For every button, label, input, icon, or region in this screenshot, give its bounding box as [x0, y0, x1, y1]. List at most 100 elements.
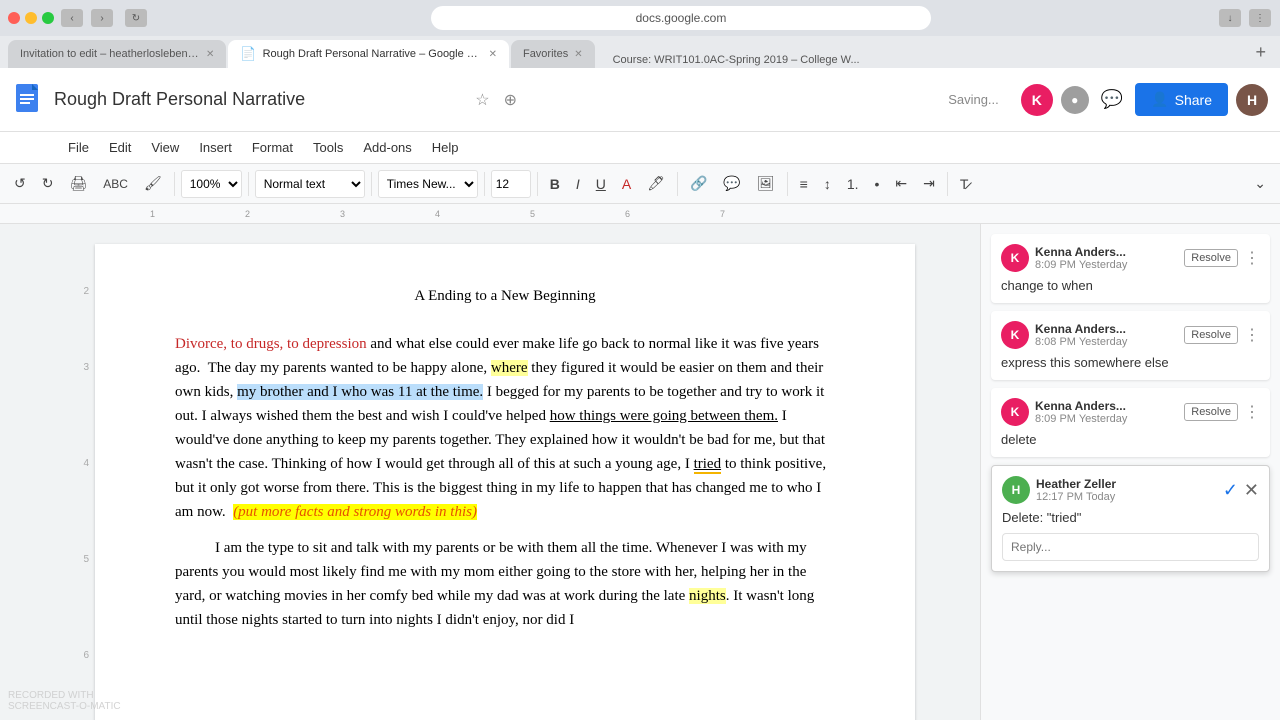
document-area[interactable]: 2 3 4 5 6 A Ending to a New Beginning Di…	[0, 224, 980, 720]
style-select[interactable]: Normal text Heading 1 Heading 2	[255, 170, 365, 198]
comment-time-1: 8:09 PM Yesterday	[1035, 259, 1127, 271]
document-title[interactable]: Rough Draft Personal Narrative	[54, 89, 465, 110]
clear-format-button[interactable]: T̷	[954, 172, 975, 196]
tab-invitation[interactable]: Invitation to edit – heatherlosleben@gma…	[8, 40, 226, 68]
reply-box-4[interactable]	[1002, 533, 1259, 561]
comment-menu-1[interactable]: ⋮	[1244, 248, 1260, 268]
underline-button[interactable]: U	[590, 172, 612, 196]
font-size-input[interactable]	[491, 170, 531, 198]
docs-logo	[12, 84, 44, 116]
commenter-avatar-3: K	[1001, 398, 1029, 426]
commenter-avatar-4: H	[1002, 476, 1030, 504]
divider-7	[787, 172, 788, 196]
menu-help[interactable]: Help	[424, 136, 467, 159]
reject-button-4[interactable]: ✕	[1244, 480, 1259, 501]
undo-button[interactable]: ↺	[8, 171, 32, 196]
comment-button[interactable]: 💬	[717, 171, 746, 196]
comment-actions-4: ✓ ✕	[1223, 480, 1259, 501]
comments-icon[interactable]: 💬	[1097, 85, 1127, 114]
tab-close-icon[interactable]: ✕	[489, 49, 497, 60]
resolve-button-1[interactable]: Resolve	[1184, 249, 1238, 267]
menu-edit[interactable]: Edit	[101, 136, 139, 159]
comment-header-3: K Kenna Anders... 8:09 PM Yesterday Reso…	[1001, 398, 1260, 426]
comment-header-4: H Heather Zeller 12:17 PM Today ✓ ✕	[1002, 476, 1259, 504]
maximize-window-dot[interactable]	[42, 12, 54, 24]
paragraph-1[interactable]: Divorce, to drugs, to depression and wha…	[175, 332, 835, 524]
share-button[interactable]: 👤 Share	[1135, 83, 1228, 116]
back-button[interactable]: ‹	[61, 9, 83, 27]
comment-menu-2[interactable]: ⋮	[1244, 325, 1260, 345]
extensions-button[interactable]: ⋮	[1249, 9, 1271, 27]
comment-text-3: delete	[1001, 432, 1260, 447]
saving-status: Saving...	[948, 92, 999, 107]
commented-tried: tried	[694, 456, 722, 474]
tab-doc[interactable]: 📄 Rough Draft Personal Narrative – Googl…	[228, 40, 509, 68]
close-window-dot[interactable]	[8, 12, 20, 24]
commenter-avatar-2: K	[1001, 321, 1029, 349]
window-controls	[8, 12, 54, 24]
comments-panel: K Kenna Anders... 8:09 PM Yesterday Reso…	[980, 224, 1280, 720]
italic-button[interactable]: I	[570, 172, 586, 196]
image-button[interactable]: 🖼	[751, 171, 781, 196]
menu-file[interactable]: File	[60, 136, 97, 159]
commenter-avatar-1: K	[1001, 244, 1029, 272]
comment-menu-3[interactable]: ⋮	[1244, 402, 1260, 422]
tab-favorites[interactable]: Favorites ✕	[511, 40, 595, 68]
text-color-button[interactable]: A	[616, 172, 637, 196]
divider-5	[537, 172, 538, 196]
ruler: 1 2 3 4 5 6 7	[0, 204, 1280, 224]
font-select[interactable]: Times New... Arial Georgia	[378, 170, 478, 198]
star-icon[interactable]: ☆	[475, 90, 489, 110]
resolve-button-2[interactable]: Resolve	[1184, 326, 1238, 344]
bulleted-list-button[interactable]: •	[869, 172, 886, 196]
indent-more-button[interactable]: ⇥	[917, 171, 941, 196]
redo-button[interactable]: ↻	[36, 171, 60, 196]
align-button[interactable]: ≡	[794, 172, 814, 196]
minimize-window-dot[interactable]	[25, 12, 37, 24]
menu-addons[interactable]: Add-ons	[355, 136, 419, 159]
avatar-heather[interactable]: H	[1236, 84, 1268, 116]
refresh-button[interactable]: ↻	[125, 9, 147, 27]
tab-close-icon[interactable]: ✕	[574, 49, 582, 60]
menu-insert[interactable]: Insert	[191, 136, 240, 159]
reply-input-4[interactable]	[1011, 540, 1250, 554]
avatar-secondary[interactable]: ●	[1061, 86, 1089, 114]
commenter-name-4: Heather Zeller	[1036, 477, 1116, 491]
print-button[interactable]: 🖨	[63, 171, 93, 196]
commenter-info-4: Heather Zeller 12:17 PM Today	[1036, 477, 1116, 503]
highlighted-blue: my brother and I who was 11 at the time.	[237, 384, 483, 400]
app-header: Rough Draft Personal Narrative ☆ ⊕ Savin…	[0, 68, 1280, 132]
divider-2	[248, 172, 249, 196]
commenter-info-3: Kenna Anders... 8:09 PM Yesterday	[1035, 399, 1127, 425]
download-button[interactable]: ↓	[1219, 9, 1241, 27]
menu-view[interactable]: View	[143, 136, 187, 159]
menu-bar: File Edit View Insert Format Tools Add-o…	[0, 132, 1280, 164]
expand-button[interactable]: ⌄	[1248, 171, 1272, 196]
document-heading: A Ending to a New Beginning	[175, 284, 835, 308]
new-tab-button[interactable]: +	[1249, 42, 1272, 63]
move-icon[interactable]: ⊕	[504, 90, 517, 110]
indent-less-button[interactable]: ⇤	[889, 171, 913, 196]
tab-close-icon[interactable]: ✕	[206, 49, 214, 60]
line-spacing-button[interactable]: ↕	[818, 172, 837, 196]
bold-button[interactable]: B	[544, 172, 566, 196]
menu-format[interactable]: Format	[244, 136, 301, 159]
document-page[interactable]: A Ending to a New Beginning Divorce, to …	[95, 244, 915, 720]
comment-header-1: K Kenna Anders... 8:09 PM Yesterday Reso…	[1001, 244, 1260, 272]
spell-check-button[interactable]: ABC	[97, 173, 134, 195]
resolve-button-3[interactable]: Resolve	[1184, 403, 1238, 421]
avatar-kenna[interactable]: K	[1021, 84, 1053, 116]
paint-format-button[interactable]: 🖌	[138, 171, 168, 196]
commenter-name-2: Kenna Anders...	[1035, 322, 1127, 336]
zoom-select[interactable]: 100%	[181, 170, 242, 198]
paragraph-2[interactable]: I am the type to sit and talk with my pa…	[175, 536, 835, 632]
accept-button-4[interactable]: ✓	[1223, 480, 1238, 501]
main-area: 2 3 4 5 6 A Ending to a New Beginning Di…	[0, 224, 1280, 720]
menu-tools[interactable]: Tools	[305, 136, 351, 159]
link-button[interactable]: 🔗	[684, 171, 713, 196]
highlight-button[interactable]: 🖊	[641, 171, 671, 196]
numbered-list-button[interactable]: 1.	[841, 172, 865, 196]
forward-button[interactable]: ›	[91, 9, 113, 27]
address-bar[interactable]: docs.google.com	[431, 6, 931, 30]
browser-chrome: ‹ › ↻ docs.google.com ↓ ⋮	[0, 0, 1280, 36]
